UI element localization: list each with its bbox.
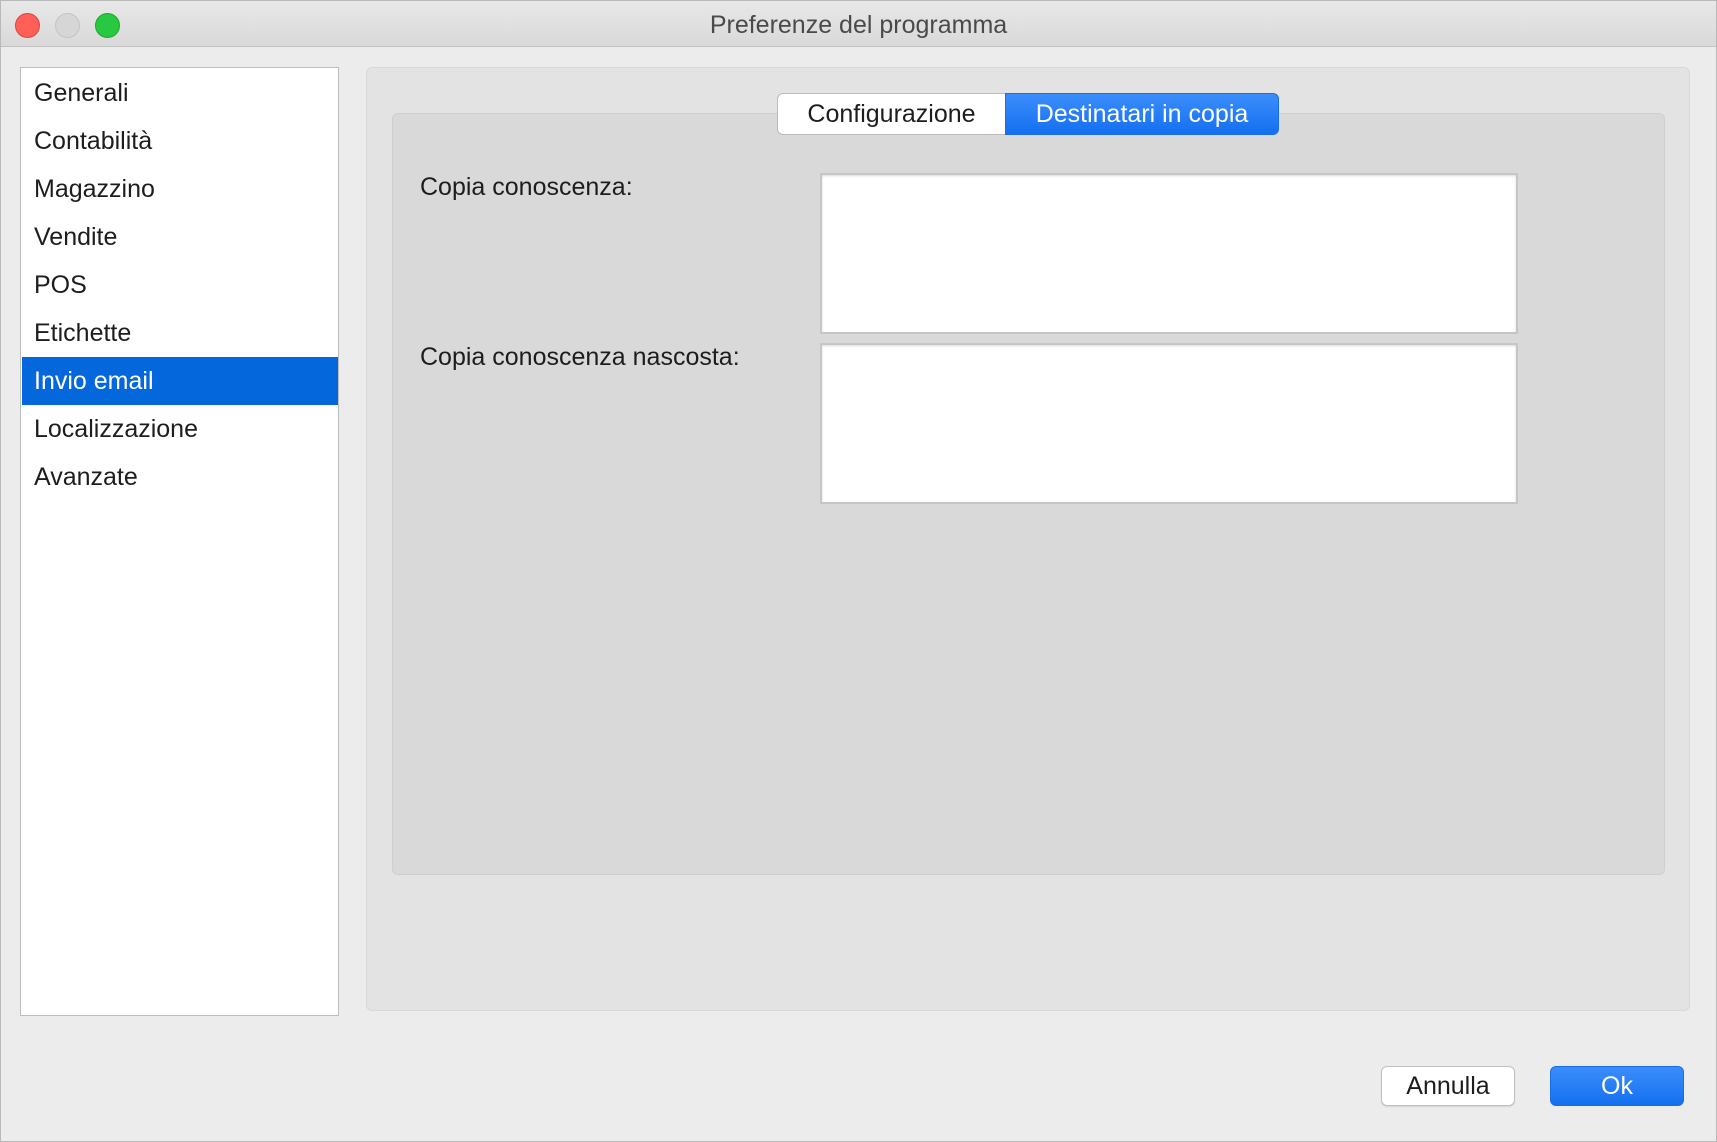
preferences-sidebar: Generali Contabilità Magazzino Vendite P…: [20, 67, 339, 1016]
bcc-textarea[interactable]: [820, 343, 1518, 504]
window-title: Preferenze del programma: [709, 11, 1008, 39]
tab-configurazione[interactable]: Configurazione: [777, 93, 1005, 135]
cc-textarea[interactable]: [820, 173, 1518, 334]
ok-button[interactable]: Ok: [1550, 1066, 1684, 1106]
bcc-label: Copia conoscenza nascosta:: [420, 343, 740, 371]
sidebar-item-localizzazione[interactable]: Localizzazione: [22, 405, 338, 453]
cc-label: Copia conoscenza:: [420, 173, 633, 201]
cancel-button[interactable]: Annulla: [1381, 1066, 1515, 1106]
sidebar-item-contabilita[interactable]: Contabilità: [22, 117, 338, 165]
sidebar-item-avanzate[interactable]: Avanzate: [22, 453, 338, 501]
sidebar-item-magazzino[interactable]: Magazzino: [22, 165, 338, 213]
preferences-window: Preferenze del programma Generali Contab…: [0, 0, 1717, 1142]
sidebar-item-etichette[interactable]: Etichette: [22, 309, 338, 357]
title-bar[interactable]: Preferenze del programma: [1, 1, 1716, 47]
sidebar-item-invio-email[interactable]: Invio email: [22, 357, 338, 405]
tab-destinatari-in-copia[interactable]: Destinatari in copia: [1005, 93, 1279, 135]
sidebar-item-vendite[interactable]: Vendite: [22, 213, 338, 261]
tab-bar: Configurazione Destinatari in copia: [777, 93, 1279, 135]
sidebar-item-generali[interactable]: Generali: [22, 69, 338, 117]
sidebar-item-pos[interactable]: POS: [22, 261, 338, 309]
